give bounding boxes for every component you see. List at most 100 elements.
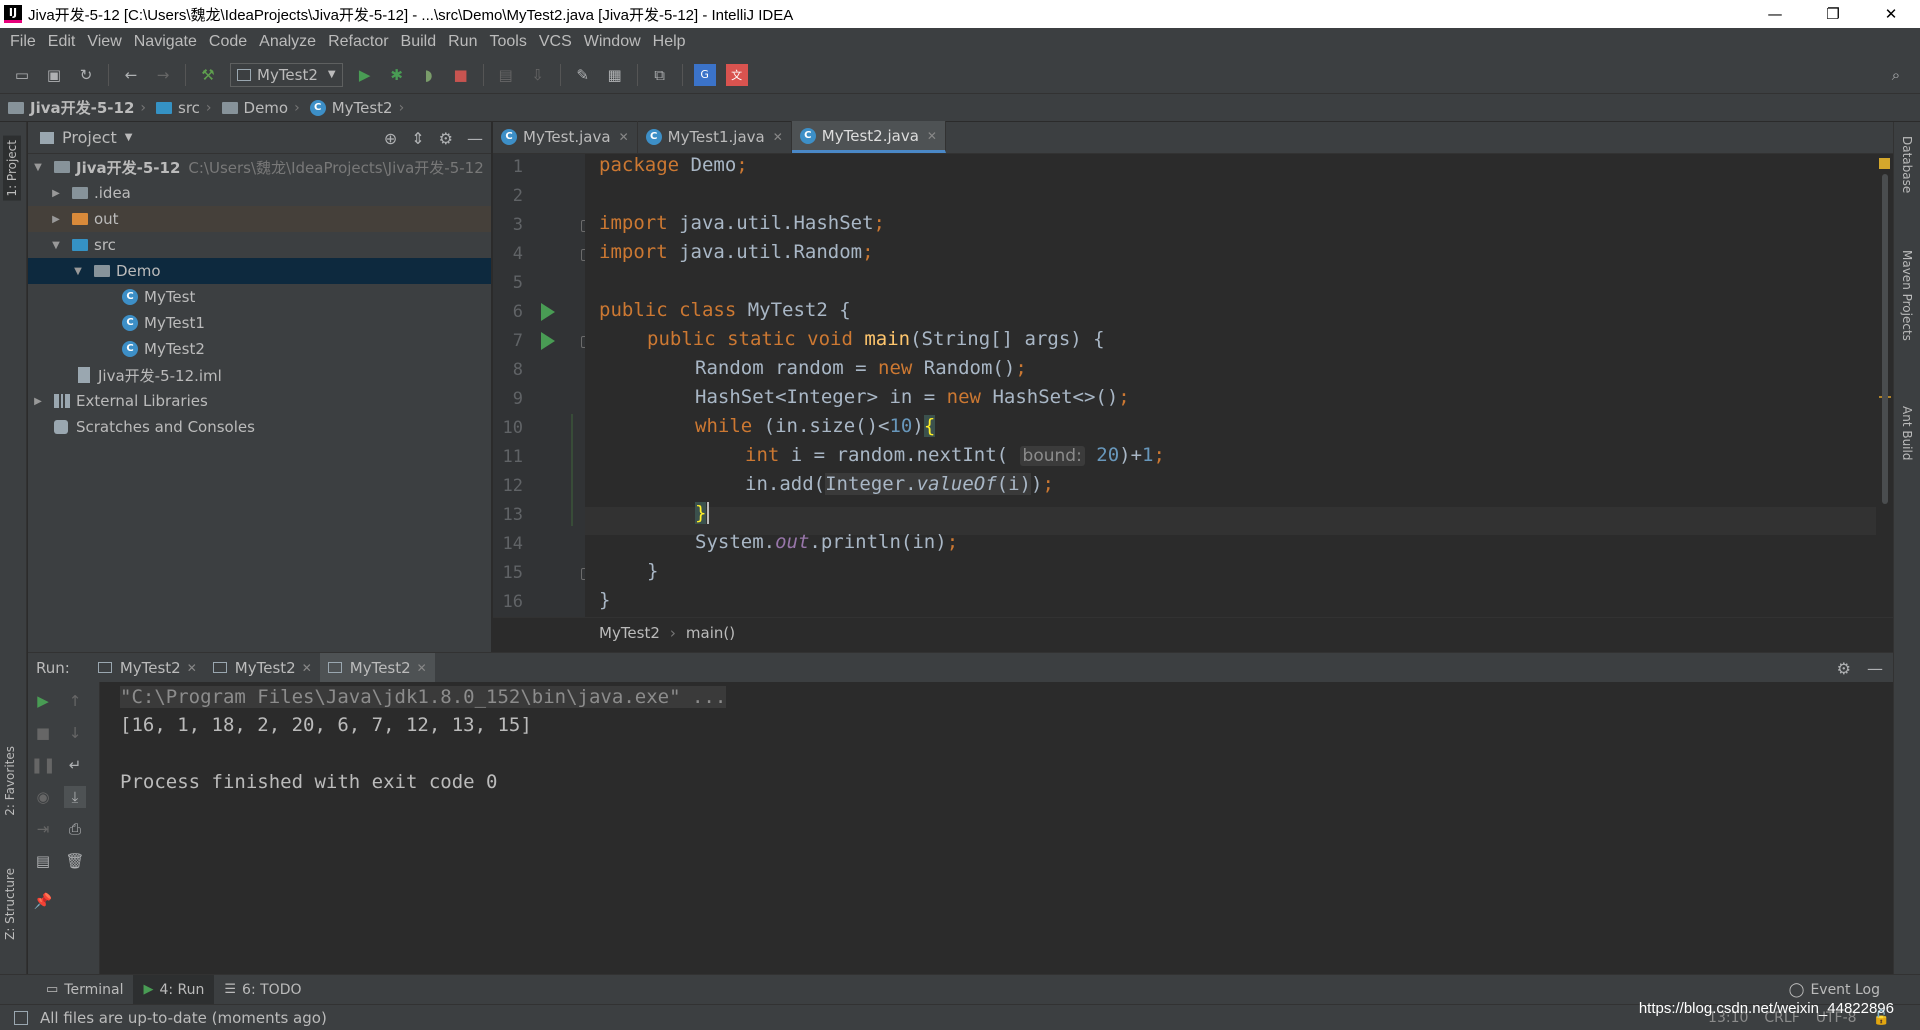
tree-item-scratches[interactable]: Scratches and Consoles [28, 414, 491, 440]
save-all-icon[interactable]: ▣ [43, 64, 65, 86]
close-button[interactable]: ✕ [1862, 0, 1920, 28]
forward-arrow-icon[interactable]: → [152, 64, 174, 86]
project-tool-tab[interactable]: 1: Project [3, 136, 21, 201]
run-main-gutter-icon[interactable] [541, 332, 555, 350]
rerun-icon[interactable]: ▶ [32, 690, 54, 712]
menu-edit[interactable]: Edit [42, 33, 82, 51]
tree-item-project-root[interactable]: ▼ Jiva开发-5-12 C:\Users\魏龙\IdeaProjects\J… [28, 154, 491, 180]
restore-button[interactable]: ❐ [1804, 0, 1862, 28]
tab-todo[interactable]: ☰ 6: TODO [214, 975, 311, 1005]
tab-run[interactable]: ▶ 4: Run [133, 974, 215, 1005]
database-tool-tab[interactable]: Database [1900, 136, 1914, 193]
settings-wrench-icon[interactable]: ✎ [572, 64, 594, 86]
build-hammer-icon[interactable]: ⚒ [197, 64, 219, 86]
tree-item-out[interactable]: ▶ out [28, 206, 491, 232]
tree-item-idea[interactable]: ▶ .idea [28, 180, 491, 206]
close-icon[interactable]: ✕ [773, 130, 783, 144]
menu-navigate[interactable]: Navigate [128, 33, 203, 51]
crumb-method[interactable]: main() [686, 624, 735, 642]
vcs-update-icon[interactable]: ▤ [495, 64, 517, 86]
tree-item-external-libraries[interactable]: ▶ External Libraries [28, 388, 491, 414]
tree-item-mytest[interactable]: C MyTest [28, 284, 491, 310]
run-tab[interactable]: MyTest2 ✕ [90, 653, 205, 683]
debug-bug-icon[interactable]: ✱ [386, 64, 408, 86]
menu-analyze[interactable]: Analyze [253, 33, 322, 51]
back-arrow-icon[interactable]: ← [120, 64, 142, 86]
hide-panel-icon[interactable]: — [1867, 659, 1883, 678]
menu-help[interactable]: Help [647, 33, 692, 51]
tab-mytest-java[interactable]: C MyTest.java ✕ [493, 121, 638, 153]
status-toggle-icon[interactable] [14, 1010, 28, 1025]
tab-mytest1-java[interactable]: C MyTest1.java ✕ [638, 121, 792, 153]
translate-icon[interactable]: G [693, 63, 716, 86]
close-icon[interactable]: ✕ [927, 129, 937, 143]
locate-file-icon[interactable]: ⊕ [384, 129, 397, 148]
pin-icon[interactable]: 📌 [32, 890, 54, 912]
hide-panel-icon[interactable]: — [467, 129, 483, 148]
favorites-tool-tab[interactable]: 2: Favorites [3, 746, 17, 816]
ant-build-tool-tab[interactable]: Ant Build [1900, 406, 1914, 460]
tree-item-mytest1[interactable]: C MyTest1 [28, 310, 491, 336]
tree-item-src[interactable]: ▼ src [28, 232, 491, 258]
menu-code[interactable]: Code [203, 33, 253, 51]
scroll-to-end-icon[interactable]: ⤓ [64, 786, 86, 808]
menu-view[interactable]: View [81, 33, 127, 51]
menu-tools[interactable]: Tools [483, 33, 532, 51]
gear-icon[interactable]: ⚙ [1837, 659, 1851, 678]
crumb-class[interactable]: MyTest2 [599, 624, 660, 642]
menu-refactor[interactable]: Refactor [322, 33, 394, 51]
menu-file[interactable]: File [4, 33, 42, 51]
pause-icon[interactable]: ❚❚ [30, 754, 55, 776]
breadcrumb-src[interactable]: src › [156, 99, 222, 117]
run-tab-active[interactable]: MyTest2 ✕ [319, 652, 435, 683]
editor-error-stripe[interactable] [1876, 154, 1893, 617]
breadcrumb-mytest2[interactable]: C MyTest2 › [309, 99, 415, 117]
down-arrow-icon[interactable]: ↓ [64, 722, 86, 744]
structure-tool-tab[interactable]: Z: Structure [3, 868, 17, 940]
editor-scrollbar-thumb[interactable] [1882, 174, 1888, 504]
soft-wrap-icon[interactable]: ↵ [64, 754, 86, 776]
layout-icon[interactable]: ▤ [32, 850, 54, 872]
sdk-manager-icon[interactable]: ⧉ [649, 64, 671, 86]
warning-status-icon[interactable] [1879, 158, 1890, 169]
menu-build[interactable]: Build [395, 33, 443, 51]
close-icon[interactable]: ✕ [619, 130, 629, 144]
breadcrumb-demo[interactable]: Demo › [221, 99, 310, 117]
sync-icon[interactable]: ↻ [75, 64, 97, 86]
tree-item-iml[interactable]: Jiva开发-5-12.iml [28, 362, 491, 388]
menu-run[interactable]: Run [442, 33, 483, 51]
vcs-commit-icon[interactable]: ⇩ [527, 64, 549, 86]
maven-tool-tab[interactable]: Maven Projects [1900, 250, 1914, 341]
print-icon[interactable]: ⎙ [64, 818, 86, 840]
coverage-icon[interactable]: ◗ [418, 64, 440, 86]
minimize-button[interactable]: — [1746, 0, 1804, 28]
menu-window[interactable]: Window [578, 33, 647, 51]
search-icon[interactable]: ⌕ [1885, 64, 1907, 86]
run-class-gutter-icon[interactable] [541, 303, 555, 321]
open-folder-icon[interactable]: ▭ [11, 64, 33, 86]
close-icon[interactable]: ✕ [302, 661, 312, 675]
close-icon[interactable]: ✕ [417, 661, 427, 675]
run-configuration-select[interactable]: MyTest2 ▼ [230, 62, 343, 87]
run-console[interactable]: "C:\Program Files\Java\jdk1.8.0_152\bin\… [100, 682, 1893, 974]
tree-item-demo[interactable]: ▼ Demo [28, 258, 491, 284]
breadcrumb-project[interactable]: Jiva开发-5-12 › [8, 97, 156, 118]
gear-icon[interactable]: ⚙ [439, 129, 453, 148]
dump-threads-icon[interactable]: ◉ [32, 786, 54, 808]
exit-icon[interactable]: ⇥ [32, 818, 54, 840]
project-structure-icon[interactable]: ▦ [604, 64, 626, 86]
menu-vcs[interactable]: VCS [533, 33, 578, 51]
stop-icon[interactable]: ■ [450, 64, 472, 86]
project-view-select[interactable]: Project ▼ [40, 128, 132, 147]
tab-mytest2-java[interactable]: C MyTest2.java ✕ [791, 121, 946, 153]
stop-icon[interactable]: ■ [32, 722, 54, 744]
code-editor[interactable]: package Demo; import java.util.HashSet; … [585, 154, 1881, 617]
run-tab[interactable]: MyTest2 ✕ [205, 653, 320, 683]
trash-icon[interactable]: 🗑 [64, 850, 86, 872]
close-icon[interactable]: ✕ [187, 661, 197, 675]
tab-terminal[interactable]: ▭ Terminal [36, 975, 133, 1005]
collapse-all-icon[interactable]: ⇕ [411, 129, 424, 148]
run-icon[interactable]: ▶ [354, 64, 376, 86]
translate-alt-icon[interactable]: 文 [725, 63, 748, 86]
tree-item-mytest2[interactable]: C MyTest2 [28, 336, 491, 362]
